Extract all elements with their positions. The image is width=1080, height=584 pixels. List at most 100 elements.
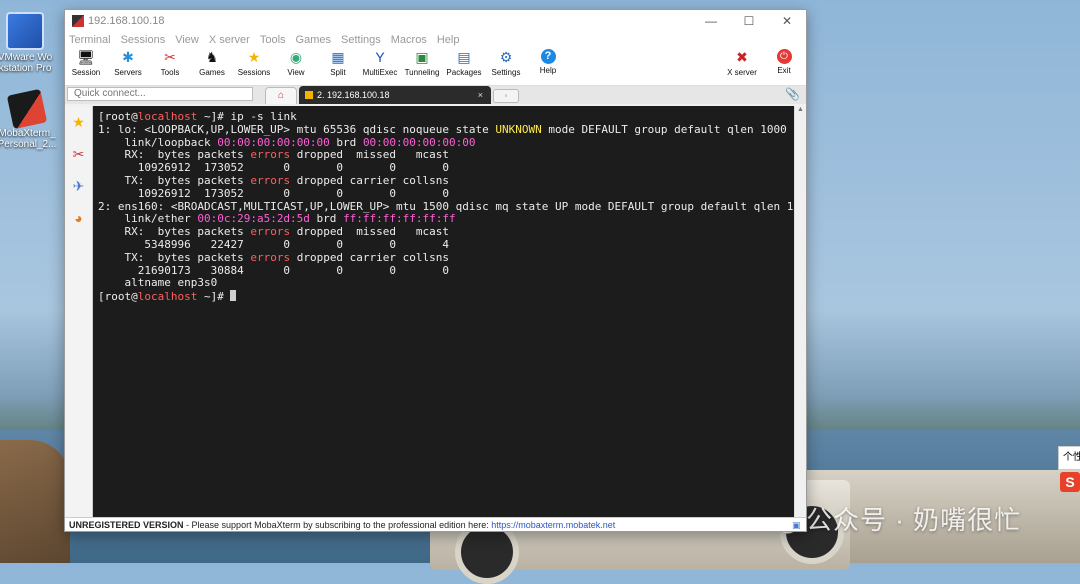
menu-macros[interactable]: Macros <box>391 34 427 46</box>
terminal-text: link/loopback <box>98 135 218 149</box>
terminal-text: 00:0c:29:a5:2d:5d <box>197 212 310 226</box>
terminal-text: dropped missed mcast <box>290 225 450 239</box>
menu-terminal[interactable]: Terminal <box>69 34 111 46</box>
status-bar: UNREGISTERED VERSION - Please support Mo… <box>65 517 806 531</box>
home-icon: ⌂ <box>277 90 285 101</box>
terminal-line: [root@localhost ~]# <box>98 290 794 303</box>
menu-view[interactable]: View <box>175 34 199 46</box>
toolbar-tunneling-button[interactable]: ▣ Tunneling <box>401 49 443 77</box>
terminal-text: 00:00:00:00:00:00 <box>362 135 476 149</box>
toolbar-label: Tools <box>160 68 180 77</box>
toolbar-sessions-button[interactable]: ★ Sessions <box>233 49 275 77</box>
toolbar-label: Games <box>199 68 225 77</box>
terminal-text: 5348996 22427 0 0 0 4 <box>98 237 449 251</box>
terminal-text: [root@ <box>98 290 138 304</box>
terminal-text: 10926912 173052 0 0 0 0 <box>98 161 449 175</box>
session-icon: 🖥 <box>77 49 95 65</box>
terminal-text: brd <box>329 135 363 149</box>
status-monitor-icon[interactable]: ▣ <box>792 518 806 532</box>
tab-close-icon[interactable]: × <box>478 86 483 104</box>
mobaxterm-icon <box>6 88 48 130</box>
toolbar: 🖥 Session ✱ Servers ✂ Tools ♞ Games ★ Session… <box>65 48 806 86</box>
status-message: - Please support MobaXterm by subscribin… <box>183 520 492 530</box>
menu-games[interactable]: Games <box>296 34 331 46</box>
minimize-button[interactable]: — <box>692 10 730 32</box>
terminal-text: 10926912 173052 0 0 0 0 <box>98 186 449 200</box>
split-icon: ▦ <box>331 49 345 65</box>
terminal-text: 21690173 30884 0 0 0 0 <box>98 263 449 277</box>
menu-tools[interactable]: Tools <box>260 34 286 46</box>
terminal-text: errors <box>250 173 291 187</box>
terminal-text: errors <box>250 148 291 162</box>
attach-icon[interactable]: 📎 <box>785 87 800 101</box>
terminal-text: RX: bytes packets <box>98 225 251 239</box>
toolbar-servers-button[interactable]: ✱ Servers <box>107 49 149 77</box>
terminal-text: [root@ <box>98 110 138 123</box>
toolbar-label: Help <box>539 66 557 75</box>
terminal-output[interactable]: [root@localhost ~]# ip -s link 1: lo: <LO… <box>93 106 794 517</box>
sessions-star-sidebar-icon[interactable]: ★ <box>69 112 89 132</box>
toolbar-xserver-button[interactable]: ✖ X server <box>721 49 763 77</box>
toolbar-packages-button[interactable]: ▤ Packages <box>443 49 485 77</box>
title-bar[interactable]: 192.168.100.18 — ☐ ✕ <box>65 10 806 32</box>
toolbar-settings-button[interactable]: ⚙ Settings <box>485 49 527 77</box>
desktop-cliff <box>0 440 70 563</box>
toolbar-multiexec-button[interactable]: Y MultiExec <box>359 49 401 77</box>
maximize-button[interactable]: ☐ <box>730 10 768 32</box>
home-tab[interactable]: ⌂ <box>265 87 297 104</box>
menu-bar: Terminal Sessions View X server Tools Ga… <box>65 32 806 48</box>
toolbar-session-button[interactable]: 🖥 Session <box>65 49 107 77</box>
terminal-cursor <box>230 290 237 302</box>
toolbar-split-button[interactable]: ▦ Split <box>317 49 359 77</box>
menu-help[interactable]: Help <box>437 34 460 46</box>
terminal-text: dropped carrier collsns <box>290 173 450 187</box>
toolbar-label: Session <box>71 68 101 77</box>
terminal-text: altname enp3s0 <box>98 276 218 290</box>
toolbar-label: Tunneling <box>404 68 440 77</box>
desktop-icon-mobaxterm[interactable]: MobaXterm_ Personal_2... <box>0 88 58 150</box>
desktop-icon-label: MobaXterm_ <box>0 128 56 139</box>
quick-connect-input[interactable] <box>67 87 253 101</box>
menu-settings[interactable]: Settings <box>341 34 381 46</box>
terminal-text: errors <box>250 250 291 264</box>
unregistered-label: UNREGISTERED VERSION <box>69 520 184 530</box>
servers-icon: ✱ <box>122 49 134 65</box>
toolbar-games-button[interactable]: ♞ Games <box>191 49 233 77</box>
terminal-text: UNKNOWN <box>495 122 542 136</box>
terminal-tab-icon <box>305 91 313 99</box>
session-tab[interactable]: 2. 192.168.100.18 × <box>299 86 491 104</box>
watermark-text: 公众号 · 奶嘴很忙 <box>806 505 1022 535</box>
sftp-sidebar-icon[interactable]: ◕ <box>69 208 89 228</box>
terminal-text: mode DEFAULT group default qlen 1000 <box>541 122 787 136</box>
sessions-star-icon: ★ <box>247 49 261 65</box>
terminal-text: ~]# ip -s link <box>197 110 297 123</box>
subscribe-link[interactable]: https://mobaxterm.mobatek.net <box>491 520 615 530</box>
multiexec-icon: Y <box>375 49 385 65</box>
vmware-icon <box>6 12 44 50</box>
tools-sidebar-icon[interactable]: ✂ <box>69 144 89 164</box>
scroll-up-arrow-icon[interactable]: ▲ <box>795 106 806 113</box>
terminal-text: dropped missed mcast <box>290 148 450 162</box>
desktop-icon-vmware[interactable]: VMware Wo kstation Pro <box>0 12 56 74</box>
new-tab-button[interactable]: ◦ <box>493 89 519 103</box>
toolbar-help-button[interactable]: ? Help <box>527 49 569 75</box>
left-sidebar: ★ ✂ ✈ ◕ <box>65 106 93 517</box>
macros-sidebar-icon[interactable]: ✈ <box>69 176 89 196</box>
sogou-ime-icon[interactable]: S <box>1060 472 1080 492</box>
session-tab-label: 2. 192.168.100.18 <box>317 90 390 100</box>
terminal-line: altname enp3s0 <box>98 276 794 290</box>
packages-icon: ▤ <box>457 49 471 65</box>
terminal-scrollbar[interactable]: ▲ <box>794 106 806 517</box>
toolbar-label: Exit <box>777 66 791 75</box>
games-icon: ♞ <box>205 49 219 65</box>
menu-sessions[interactable]: Sessions <box>121 34 166 46</box>
toolbar-tools-button[interactable]: ✂ Tools <box>149 49 191 77</box>
terminal-text: brd <box>309 212 344 226</box>
desktop-icon-label: kstation Pro <box>0 63 52 74</box>
toolbar-label: MultiExec <box>362 68 398 77</box>
close-button[interactable]: ✕ <box>768 10 806 32</box>
toolbar-view-button[interactable]: ◉ View <box>275 49 317 77</box>
menu-xserver[interactable]: X server <box>209 34 250 46</box>
toolbar-label: X server <box>727 68 757 77</box>
toolbar-exit-button[interactable]: ⏻ Exit <box>763 49 805 75</box>
